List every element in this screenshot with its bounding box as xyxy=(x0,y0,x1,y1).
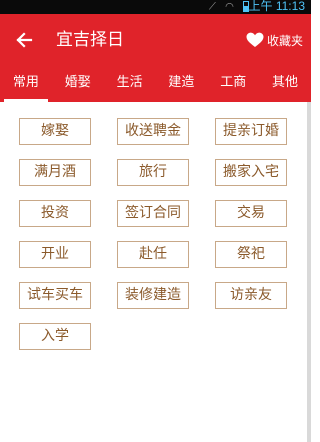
event-button[interactable]: 满月酒 xyxy=(19,159,91,186)
tab-item[interactable]: 其他 xyxy=(259,66,311,102)
event-button[interactable]: 签订合同 xyxy=(117,200,189,227)
event-button[interactable]: 祭祀 xyxy=(215,241,287,268)
event-button[interactable]: 访亲友 xyxy=(215,282,287,309)
event-button[interactable]: 赴任 xyxy=(117,241,189,268)
status-bar: ⟋ ◠ 上午 11:13 xyxy=(0,0,311,14)
heart-icon xyxy=(246,32,264,47)
event-button[interactable]: 开业 xyxy=(19,241,91,268)
tab-item[interactable]: 常用 xyxy=(0,66,52,102)
scroll-edge xyxy=(307,102,311,442)
event-button[interactable]: 嫁娶 xyxy=(19,118,91,145)
event-button[interactable]: 收送聘金 xyxy=(117,118,189,145)
event-button[interactable]: 试车买车 xyxy=(19,282,91,309)
wifi-icon: ◠ xyxy=(225,1,237,13)
event-button[interactable]: 交易 xyxy=(215,200,287,227)
event-button[interactable]: 投资 xyxy=(19,200,91,227)
event-button[interactable]: 旅行 xyxy=(117,159,189,186)
app-bar: 宜吉择日 收藏夹 xyxy=(0,14,311,66)
event-button[interactable]: 提亲订婚 xyxy=(215,118,287,145)
category-tabs: 常用 婚娶 生活 建造 工商 其他 xyxy=(0,66,311,102)
tab-item[interactable]: 婚娶 xyxy=(52,66,104,102)
event-button[interactable]: 入学 xyxy=(19,323,91,350)
arrow-left-icon xyxy=(16,32,33,48)
favorites-label: 收藏夹 xyxy=(266,33,303,48)
signal-icon: ⟋ xyxy=(208,1,219,13)
page-title: 宜吉择日 xyxy=(56,30,124,50)
tab-item[interactable]: 生活 xyxy=(104,66,156,102)
favorites-button[interactable]: 收藏夹 xyxy=(246,29,303,51)
tab-item[interactable]: 工商 xyxy=(207,66,259,102)
status-time: 上午 11:13 xyxy=(248,0,305,13)
back-button[interactable] xyxy=(10,26,38,54)
event-button[interactable]: 搬家入宅 xyxy=(215,159,287,186)
event-button[interactable]: 装修建造 xyxy=(117,282,189,309)
tab-item[interactable]: 建造 xyxy=(155,66,207,102)
status-icons: ⟋ ◠ xyxy=(209,1,249,13)
